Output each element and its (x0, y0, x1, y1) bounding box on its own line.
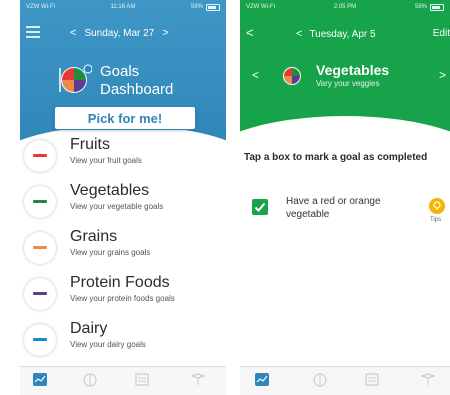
food-group-vegetables[interactable]: Vegetables View your vegetable goals (20, 179, 226, 225)
tracker-icon[interactable] (364, 372, 380, 387)
food-group-subtitle: View your dairy goals (70, 340, 146, 349)
date-navigation: < < Tuesday, Apr 5 Edit (240, 22, 450, 44)
instruction-text: Tap a box to mark a goal as completed (244, 152, 428, 163)
myplate-icon (283, 67, 301, 85)
food-group-name: Vegetables (70, 182, 150, 199)
food-group-subtitle: View your vegetable goals (70, 202, 164, 211)
food-group-name: Fruits (70, 136, 110, 153)
pick-for-me-button[interactable]: Pick for me! (54, 106, 196, 130)
current-date: Sunday, Mar 27 (84, 27, 155, 39)
battery-text: 58% (414, 4, 427, 10)
food-group-header: < Vegetables Vary your veggies > (240, 58, 450, 98)
current-date: Tuesday, Apr 5 (309, 28, 376, 40)
chevron-left-icon[interactable]: < (70, 27, 76, 39)
chevron-left-icon[interactable]: < (296, 28, 302, 40)
tips-lightbulb-icon[interactable] (429, 198, 445, 214)
status-time: 2:05 PM (333, 4, 357, 10)
fruits-circle-icon (24, 140, 56, 172)
dairy-bar (33, 338, 47, 341)
tracker-icon[interactable] (134, 372, 150, 387)
food-group-protein[interactable]: Protein Foods View your protein foods go… (20, 271, 226, 317)
vegetables-goals-screen: VZW Wi-Fi 2:05 PM 58% < < Tuesday, Apr 5… (240, 0, 450, 395)
resources-icon[interactable] (190, 372, 206, 387)
protein-bar (33, 292, 47, 295)
tab-bar (20, 366, 226, 395)
tips-label: Tips (430, 217, 442, 223)
carrier-text: VZW Wi-Fi (26, 4, 55, 10)
date-selector: < Tuesday, Apr 5 (296, 28, 376, 40)
battery-icon (430, 3, 444, 11)
fruits-bar (33, 154, 47, 157)
status-right: 59% (190, 3, 220, 11)
food-group-title: Vegetables (316, 62, 390, 78)
back-icon[interactable]: < (246, 25, 254, 40)
food-group-name: Dairy (70, 320, 108, 337)
food-group-list: Fruits View your fruit goals Vegetables … (20, 133, 226, 363)
food-group-subtitle: Vary your veggies (316, 79, 380, 88)
plate-icon[interactable] (82, 372, 98, 387)
status-bar: VZW Wi-Fi 2:05 PM 58% (240, 0, 450, 14)
chevron-right-icon[interactable]: > (162, 27, 168, 39)
chevron-right-icon[interactable]: > (439, 68, 446, 82)
battery-text: 59% (190, 4, 203, 10)
battery-icon (205, 3, 220, 11)
chevron-left-icon[interactable]: < (252, 68, 259, 82)
date-selector: < Sunday, Mar 27 > (70, 27, 169, 39)
grains-bar (33, 246, 47, 249)
food-group-subtitle: View your grains goals (70, 248, 151, 257)
status-bar: VZW Wi-Fi 11:16 AM 59% (20, 0, 226, 14)
status-time: 11:16 AM (110, 4, 136, 10)
food-group-name: Protein Foods (70, 274, 170, 291)
food-group-grains[interactable]: Grains View your grains goals (20, 225, 226, 271)
carrier-text: VZW Wi-Fi (246, 4, 275, 10)
dashboard-icon[interactable] (254, 372, 270, 387)
edit-button[interactable]: Edit (433, 28, 450, 39)
food-group-dairy[interactable]: Dairy View your dairy goals (20, 317, 226, 363)
date-navigation: < Sunday, Mar 27 > (20, 22, 226, 44)
dashboard-title: Goals Dashboard (100, 63, 174, 98)
dairy-circle-icon (24, 324, 56, 356)
plate-icon[interactable] (312, 372, 328, 387)
food-group-subtitle: View your fruit goals (70, 156, 142, 165)
goal-text[interactable]: Have a red or orange vegetable (286, 195, 406, 221)
checkmark-icon[interactable] (252, 199, 268, 215)
goals-dashboard-screen: VZW Wi-Fi 11:16 AM 59% < Sunday, Mar 27 … (20, 0, 226, 395)
vegetables-bar (33, 200, 47, 203)
protein-circle-icon (24, 278, 56, 310)
tab-bar (240, 366, 450, 395)
grains-circle-icon (24, 232, 56, 264)
dashboard-icon[interactable] (32, 372, 48, 387)
status-right: 58% (414, 3, 444, 11)
resources-icon[interactable] (420, 372, 436, 387)
myplate-icon (59, 64, 92, 93)
food-group-fruits[interactable]: Fruits View your fruit goals (20, 133, 226, 179)
menu-icon[interactable] (26, 26, 40, 38)
vegetables-circle-icon (24, 186, 56, 218)
food-group-subtitle: View your protein foods goals (70, 294, 175, 303)
food-group-name: Grains (70, 228, 118, 245)
